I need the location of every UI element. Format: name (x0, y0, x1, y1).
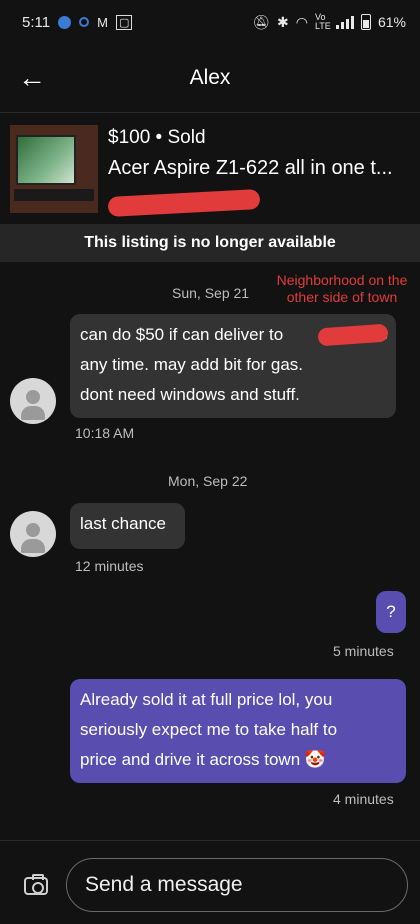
clown-emoji-icon: 🤡 (304, 750, 327, 769)
gmail-icon: M (97, 14, 108, 30)
wifi-icon: ◠ (295, 13, 308, 30)
avatar[interactable] (10, 511, 56, 557)
status-bar: 5:11 M ▢ 🔕︎ ✱ ◠ Vo LTE 61% (0, 0, 420, 44)
camera-icon[interactable] (24, 874, 48, 895)
message-line: dont need windows and stuff. (80, 385, 300, 404)
volte-label: Vo LTE (314, 12, 331, 31)
message-input[interactable] (66, 858, 408, 912)
message-line-wrap: price and drive it across town 🤡 (80, 745, 396, 775)
message-text: ? (386, 602, 396, 621)
message-line: any time. may add bit for gas. (80, 355, 303, 374)
clock: 5:11 (22, 13, 51, 31)
message-line: seriously expect me to take half to (80, 720, 338, 739)
cloud-icon (58, 15, 72, 29)
outgoing-message[interactable]: ? (376, 591, 406, 633)
monitor-image (16, 135, 76, 185)
message-timestamp: 12 minutes (75, 558, 144, 574)
listing-price-status: $100 • Sold (108, 127, 206, 148)
message-timestamp: 10:18 AM (75, 425, 135, 441)
message-line: Already sold it at full price lol, you (80, 690, 333, 709)
mute-icon: 🔕︎ (252, 13, 271, 30)
incoming-message[interactable]: last chance (70, 503, 185, 549)
battery-percent: 61% (377, 14, 406, 30)
avatar[interactable] (10, 378, 56, 424)
message-timestamp: 4 minutes (333, 791, 394, 807)
outgoing-message[interactable]: Already sold it at full price lol, you s… (70, 679, 406, 783)
circle-icon (79, 17, 90, 27)
signal-icon (335, 15, 354, 29)
message-text: last chance (80, 514, 166, 533)
annotation-note: Neighborhood on the other side of town (276, 272, 408, 305)
message-timestamp: 5 minutes (333, 643, 394, 659)
date-separator: Mon, Sep 22 (168, 473, 248, 489)
notification-icon: ▢ (115, 14, 133, 30)
page-title: Alex (189, 66, 231, 89)
battery-icon (360, 14, 371, 30)
back-arrow-icon[interactable]: ← (18, 64, 48, 92)
conversation-header: ← Alex (0, 44, 420, 112)
listing-name: Acer Aspire Z1-622 all in one t... (108, 157, 393, 179)
listing-thumbnail[interactable] (10, 125, 98, 213)
date-separator: Sun, Sep 21 (172, 285, 250, 301)
keyboard-image (14, 189, 94, 201)
listing-unavailable-banner: This listing is no longer available (0, 224, 420, 262)
message-line: price and drive it across town (80, 750, 301, 769)
bluetooth-icon: ✱ (277, 13, 289, 30)
